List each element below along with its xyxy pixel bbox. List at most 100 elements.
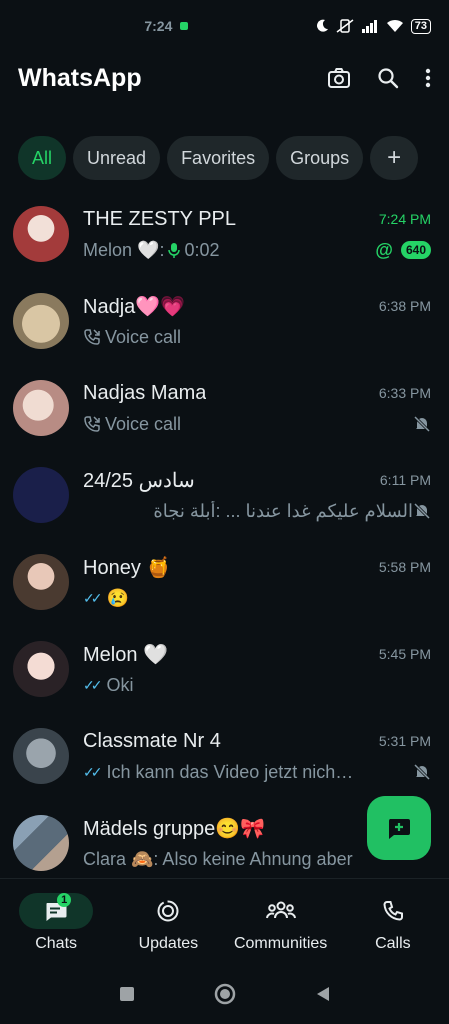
- chat-preview: السلام عليكم غدا عندنا ... :أبلة نجاة: [153, 500, 413, 521]
- bottom-nav: 1 Chats Updates Communities Calls: [0, 878, 449, 964]
- chat-name: Nadjas Mama: [83, 381, 207, 404]
- preview-duration: 0:02: [184, 239, 220, 260]
- header-actions: [327, 67, 431, 89]
- preview-text: 😢: [106, 587, 129, 608]
- nav-calls-pill: [356, 893, 430, 929]
- new-chat-button[interactable]: [367, 796, 431, 860]
- nav-updates[interactable]: Updates: [112, 879, 224, 964]
- status-time: 7:24: [144, 18, 173, 34]
- signal-icon: [361, 20, 377, 33]
- filter-chips: All Unread Favorites Groups +: [18, 136, 419, 180]
- voice-call-icon: [84, 416, 100, 432]
- chat-meta: [413, 415, 431, 433]
- unread-badge: 640: [400, 241, 431, 259]
- chat-row[interactable]: 24/25 سادس 6:11 PM السلام عليكم غدا عندن…: [0, 451, 449, 538]
- wifi-icon: [386, 19, 403, 32]
- muted-bell-icon: [413, 502, 431, 520]
- avatar: [13, 206, 69, 262]
- chat-content: Melon 🤍 5:45 PM ✓✓ Oki: [83, 640, 431, 700]
- status-bar: 7:24 73: [0, 0, 449, 52]
- avatar: [13, 554, 69, 610]
- filter-add-button[interactable]: +: [370, 136, 419, 180]
- chat-content: Nadja🩷💗 6:38 PM Voice call: [83, 292, 431, 352]
- avatar: [13, 815, 69, 871]
- nav-communities[interactable]: Communities: [225, 879, 337, 964]
- mute-vibrate-icon: [336, 19, 354, 33]
- chat-time: 7:24 PM: [378, 211, 431, 227]
- chat-row[interactable]: Classmate Nr 4 5:31 PM ✓✓ Ich kann das V…: [0, 712, 449, 799]
- filter-groups[interactable]: Groups: [276, 136, 364, 180]
- chat-name: THE ZESTY PPL: [83, 207, 237, 230]
- chat-time: 5:31 PM: [378, 733, 431, 749]
- avatar: [13, 293, 69, 349]
- chat-preview: Voice call: [83, 414, 413, 435]
- recents-icon[interactable]: [118, 985, 136, 1003]
- search-icon[interactable]: [377, 67, 399, 89]
- preview-text: Oki: [106, 674, 134, 695]
- chat-meta: [413, 763, 431, 781]
- avatar: [13, 380, 69, 436]
- chat-row[interactable]: Honey 🍯 5:58 PM ✓✓ 😢: [0, 538, 449, 625]
- chat-name: Nadja🩷💗: [83, 295, 186, 318]
- chat-row[interactable]: Nadjas Mama 6:33 PM Voice call: [0, 364, 449, 451]
- chat-row[interactable]: Melon 🤍 5:45 PM ✓✓ Oki: [0, 625, 449, 712]
- nav-communities-pill: [244, 893, 318, 929]
- filter-all[interactable]: All: [18, 136, 67, 180]
- home-icon[interactable]: [214, 983, 236, 1005]
- chat-row[interactable]: THE ZESTY PPL 7:24 PM Melon 🤍: 0:02 @ 64…: [0, 190, 449, 277]
- moon-icon: [316, 19, 328, 32]
- chat-preview: ✓✓ Oki: [83, 675, 431, 696]
- muted-bell-icon: [413, 763, 431, 781]
- nav-updates-label: Updates: [138, 935, 199, 952]
- chat-name: 24/25 سادس: [83, 469, 195, 492]
- avatar: [13, 467, 69, 523]
- preview-text: Ich kann das Video jetzt nich…: [106, 761, 354, 782]
- battery-icon: 73: [410, 18, 431, 34]
- read-ticks-icon: ✓✓: [83, 763, 103, 780]
- chat-name: Melon 🤍: [83, 643, 168, 666]
- read-ticks-icon: ✓✓: [83, 589, 103, 606]
- chat-list: THE ZESTY PPL 7:24 PM Melon 🤍: 0:02 @ 64…: [0, 190, 449, 878]
- new-chat-icon: [388, 819, 410, 839]
- status-time-group: 7:24: [144, 18, 189, 34]
- chat-row[interactable]: Nadja🩷💗 6:38 PM Voice call: [0, 277, 449, 364]
- chat-preview: Melon 🤍: 0:02: [83, 240, 375, 261]
- chat-time: 6:33 PM: [378, 385, 431, 401]
- chat-preview: Voice call: [83, 327, 431, 348]
- voice-call-icon: [84, 329, 100, 345]
- chat-preview: ✓✓ Ich kann das Video jetzt nich…: [83, 762, 413, 783]
- nav-calls[interactable]: Calls: [337, 879, 449, 964]
- chat-name: Honey 🍯: [83, 556, 172, 579]
- chat-content: Honey 🍯 5:58 PM ✓✓ 😢: [83, 553, 431, 613]
- filter-favorites[interactable]: Favorites: [167, 136, 270, 180]
- preview-sender: Melon 🤍:: [83, 239, 165, 260]
- calls-icon: [383, 901, 403, 921]
- chat-content: THE ZESTY PPL 7:24 PM Melon 🤍: 0:02 @ 64…: [83, 205, 431, 265]
- chat-meta: @ 640: [375, 240, 431, 261]
- chat-meta: [413, 502, 431, 520]
- nav-updates-pill: [131, 893, 205, 929]
- mic-icon: [168, 243, 181, 258]
- nav-chats[interactable]: 1 Chats: [0, 879, 112, 964]
- chat-content: Classmate Nr 4 5:31 PM ✓✓ Ich kann das V…: [83, 727, 431, 787]
- muted-bell-icon: [413, 415, 431, 433]
- filter-unread[interactable]: Unread: [73, 136, 161, 180]
- nav-chats-badge: 1: [57, 893, 72, 907]
- nav-calls-label: Calls: [375, 935, 411, 952]
- chat-preview: ✓✓ 😢: [83, 588, 431, 609]
- chat-name: Classmate Nr 4: [83, 729, 221, 752]
- chat-name: Mädels gruppe😊🎀: [83, 817, 266, 840]
- nav-chats-label: Chats: [35, 935, 78, 952]
- app-header: WhatsApp: [0, 52, 449, 104]
- more-vert-icon[interactable]: [425, 68, 431, 88]
- notification-dot-icon: [180, 22, 189, 30]
- updates-icon: [157, 900, 179, 922]
- chat-content: 24/25 سادس 6:11 PM السلام عليكم غدا عندن…: [83, 466, 431, 526]
- chat-time: 6:11 PM: [379, 472, 431, 488]
- mention-icon: @: [375, 239, 393, 260]
- camera-icon[interactable]: [327, 67, 351, 89]
- chat-time: 6:38 PM: [378, 298, 431, 314]
- avatar: [13, 728, 69, 784]
- chat-time: 5:45 PM: [378, 646, 431, 662]
- back-icon[interactable]: [314, 985, 332, 1003]
